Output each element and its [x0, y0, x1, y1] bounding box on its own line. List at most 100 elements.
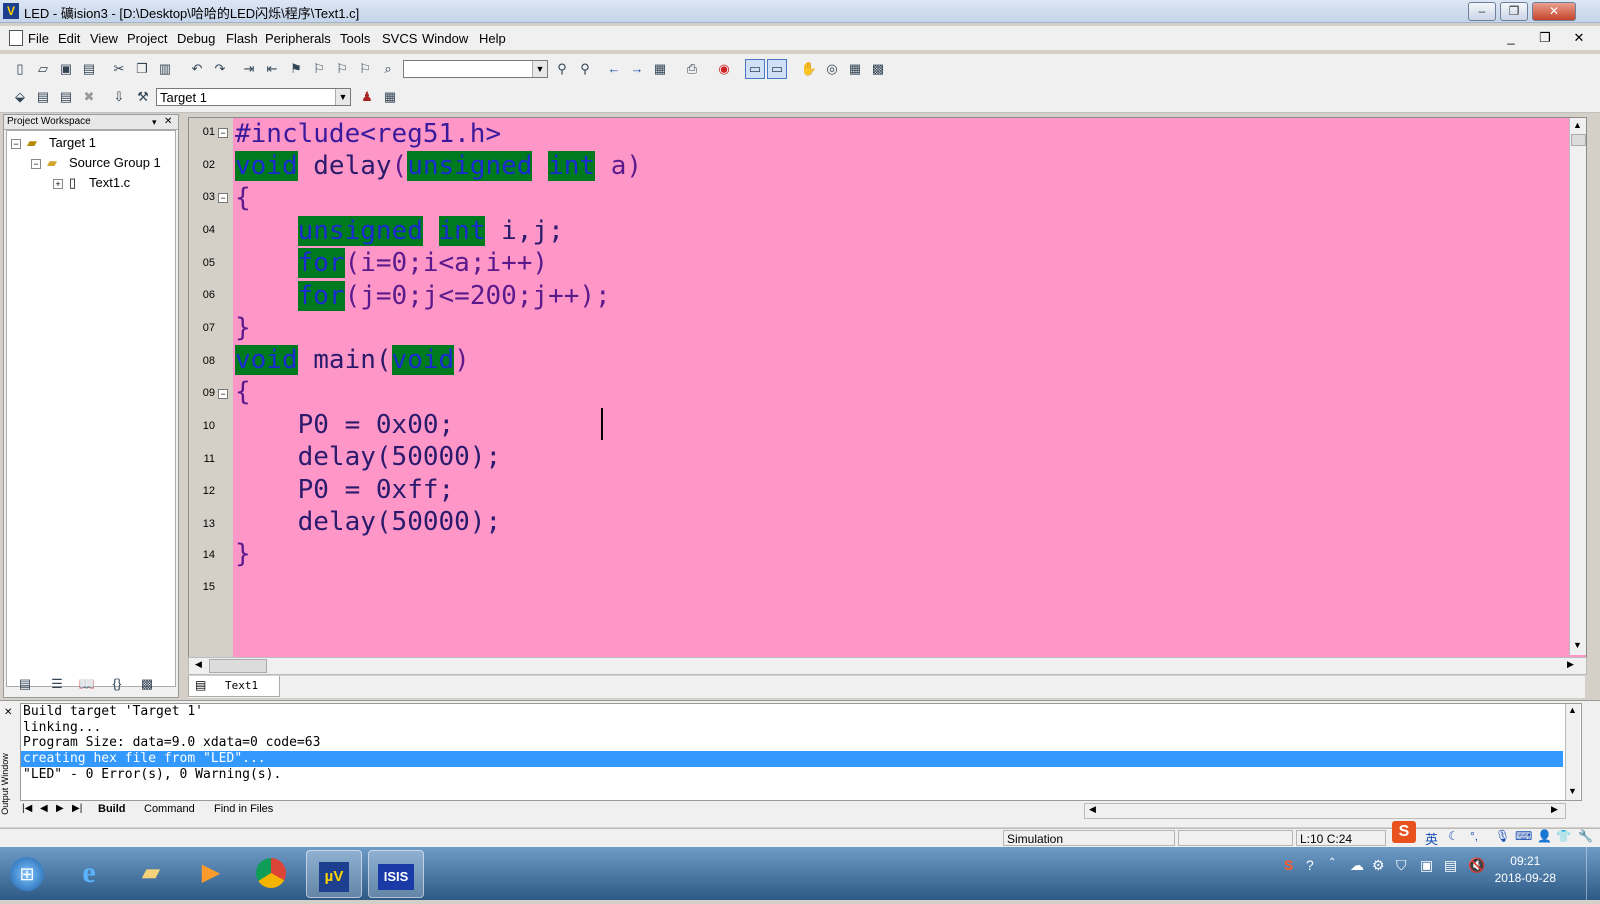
disasm-window-icon[interactable]: ▭	[767, 59, 787, 79]
menu-peripherals[interactable]: Peripherals	[265, 31, 331, 46]
save-icon[interactable]: ▣	[57, 60, 75, 78]
redo-icon[interactable]: ↷	[211, 60, 229, 78]
keil-uvision-icon[interactable]: µV	[306, 850, 362, 898]
target-combo[interactable]: Target 1 ▼	[156, 88, 351, 106]
expand-icon[interactable]: +	[53, 179, 63, 189]
tab-last-icon[interactable]: ▶|	[72, 803, 82, 814]
moon-icon[interactable]: ☾	[1448, 829, 1459, 843]
close-button[interactable]: ✕	[1532, 2, 1576, 21]
cloud-tray-icon[interactable]: ☁	[1350, 857, 1364, 874]
menu-tools[interactable]: Tools	[340, 31, 370, 46]
mdi-restore-button[interactable]: ❐	[1534, 30, 1556, 46]
find-in-files-icon[interactable]: ⌕	[379, 60, 397, 78]
tray-expand-icon[interactable]: ⌃	[1328, 857, 1336, 868]
editor-horizontal-scrollbar[interactable]: ◀ ▶	[188, 657, 1587, 675]
regs-tab-icon[interactable]: ☰	[48, 675, 66, 693]
find-icon[interactable]: ⚲	[553, 60, 571, 78]
outdent-icon[interactable]: ⇤	[263, 60, 281, 78]
scroll-left-icon[interactable]: ◀	[195, 659, 202, 670]
menu-project[interactable]: Project	[127, 31, 167, 46]
minimize-button[interactable]: –	[1468, 2, 1496, 21]
forward-icon[interactable]: →	[628, 60, 646, 78]
tab-next-icon[interactable]: ▶	[56, 803, 64, 814]
chrome-icon[interactable]	[244, 850, 298, 896]
scroll-thumb[interactable]	[209, 659, 267, 673]
clear-bookmarks-icon[interactable]: ⚐	[356, 60, 374, 78]
fold-icon[interactable]: −	[218, 389, 228, 399]
output-horizontal-scrollbar[interactable]: ◀ ▶	[1084, 803, 1566, 819]
indent-icon[interactable]: ⇥	[240, 60, 258, 78]
menu-svcs[interactable]: SVCS	[382, 31, 417, 46]
menu-file[interactable]: File	[28, 31, 49, 46]
tray-app-icon[interactable]: ▣	[1420, 857, 1433, 874]
sogou-ime-icon[interactable]: S	[1392, 821, 1416, 843]
scroll-left-icon[interactable]: ◀	[1089, 804, 1096, 815]
back-icon[interactable]: ←	[605, 60, 623, 78]
menu-window[interactable]: Window	[422, 31, 468, 46]
download-icon[interactable]: ⇩	[110, 88, 128, 106]
find-next-icon[interactable]: ⚲	[576, 60, 594, 78]
wrench-icon[interactable]: 🔧	[1578, 829, 1593, 843]
chevron-down-icon[interactable]: ▼	[335, 89, 350, 105]
file-explorer-icon[interactable]: ▰	[124, 850, 178, 896]
scroll-up-icon[interactable]: ▲	[1568, 705, 1577, 715]
stop-build-icon[interactable]: ✖	[80, 88, 98, 106]
maximize-button[interactable]: ❐	[1500, 2, 1528, 21]
isis-icon[interactable]: ISIS	[368, 850, 424, 898]
punctuation-icon[interactable]: °,	[1470, 829, 1478, 843]
menu-help[interactable]: Help	[479, 31, 506, 46]
books-tab-icon[interactable]: 📖	[78, 675, 96, 693]
microphone-icon[interactable]: 🎙	[1495, 829, 1510, 843]
show-desktop-button[interactable]	[1586, 847, 1600, 900]
menu-debug[interactable]: Debug	[177, 31, 215, 46]
scroll-right-icon[interactable]: ▶	[1567, 659, 1574, 670]
options-icon[interactable]: ⚒	[134, 88, 152, 106]
volume-muted-icon[interactable]: 🔇	[1468, 857, 1485, 874]
functions-tab-icon[interactable]: {}	[108, 675, 126, 693]
save-all-icon[interactable]: ▤	[80, 60, 98, 78]
network-share-tray-icon[interactable]: ⚙	[1372, 857, 1385, 874]
print-icon[interactable]: ⎙	[683, 60, 701, 78]
chevron-down-icon[interactable]: ▼	[532, 61, 547, 77]
open-icon[interactable]: ▱	[34, 60, 52, 78]
fold-icon[interactable]: −	[218, 193, 228, 203]
close-icon[interactable]: ✕	[164, 115, 172, 129]
bookmark-icon[interactable]: ⚑	[287, 60, 305, 78]
new-file-icon[interactable]: ▯	[11, 60, 29, 78]
menu-flash[interactable]: Flash	[226, 31, 258, 46]
translate-icon[interactable]: ⬙	[11, 88, 29, 106]
scroll-down-icon[interactable]: ▼	[1568, 786, 1577, 796]
output-vertical-scrollbar[interactable]: ▲ ▼	[1565, 704, 1580, 800]
media-player-icon[interactable]: ▶	[184, 850, 238, 896]
network-icon[interactable]: ▤	[1444, 857, 1457, 874]
mdi-close-button[interactable]: ✕	[1568, 30, 1590, 46]
memory-icon[interactable]: ▦	[846, 60, 864, 78]
shirt-icon[interactable]: 👕	[1556, 829, 1571, 843]
tab-find-in-files[interactable]: Find in Files	[214, 803, 273, 815]
close-icon[interactable]: ✕	[4, 707, 12, 718]
tab-prev-icon[interactable]: ◀	[40, 803, 48, 814]
help-tray-icon[interactable]: ?	[1306, 857, 1314, 873]
build-icon[interactable]: ▤	[34, 88, 52, 106]
user-icon[interactable]: 👤	[1537, 829, 1552, 843]
scroll-right-icon[interactable]: ▶	[1551, 804, 1558, 815]
hand-icon[interactable]: ✋	[800, 60, 818, 78]
tab-build[interactable]: Build	[98, 803, 126, 815]
batch-build-icon[interactable]: ▦	[381, 88, 399, 106]
mdi-minimize-button[interactable]: _	[1500, 30, 1522, 46]
menu-edit[interactable]: Edit	[58, 31, 80, 46]
prev-bookmark-icon[interactable]: ⚐	[310, 60, 328, 78]
scroll-thumb[interactable]	[1571, 134, 1586, 146]
document-icon[interactable]	[9, 30, 23, 46]
menu-view[interactable]: View	[90, 31, 118, 46]
security-shield-icon[interactable]: ⛉	[1396, 857, 1407, 874]
scroll-down-icon[interactable]: ▼	[1573, 640, 1582, 650]
templates-tab-icon[interactable]: ▩	[138, 675, 156, 693]
copy-icon[interactable]: ❐	[133, 60, 151, 78]
start-button[interactable]: ⊞	[2, 850, 52, 896]
code-editor[interactable]: 01 − 02 03 − 04 05 06 07 08 09 − 10 11 1…	[188, 117, 1587, 658]
undo-icon[interactable]: ↶	[188, 60, 206, 78]
paste-icon[interactable]: ▥	[156, 60, 174, 78]
file-tab-text1[interactable]: ▤ Text1	[188, 676, 280, 697]
tab-command[interactable]: Command	[144, 803, 195, 815]
